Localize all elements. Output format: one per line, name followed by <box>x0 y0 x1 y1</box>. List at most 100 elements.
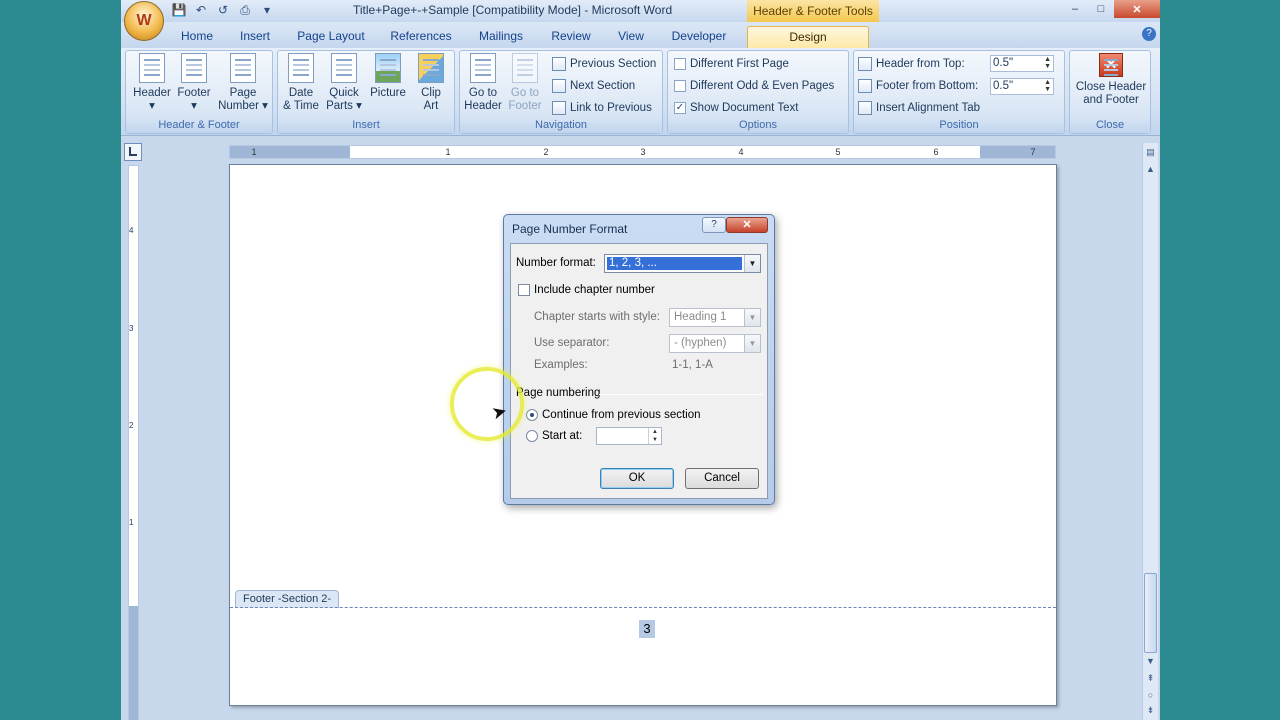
start-at-input[interactable]: ▲ ▼ <box>596 427 662 445</box>
save-icon[interactable]: 💾 <box>171 2 187 18</box>
separator-label: Use separator: <box>534 337 610 349</box>
calendar-icon <box>288 53 314 83</box>
separator-select[interactable]: - (hyphen) ▼ <box>669 334 761 353</box>
previous-section-button[interactable]: Previous Section <box>552 55 656 73</box>
vertical-scrollbar[interactable]: ▤ ▲ ▼ ⇞ ○ ⇟ <box>1142 143 1158 720</box>
header-from-top-label: Header from Top: <box>858 55 965 73</box>
tab-view[interactable]: View <box>611 26 651 48</box>
bottom-margin-shade <box>129 606 138 720</box>
go-to-header-button[interactable]: Go to Header <box>462 53 504 113</box>
scroll-up-icon[interactable]: ▲ <box>1143 161 1158 176</box>
include-chapter-checkbox[interactable] <box>518 284 530 296</box>
go-to-footer-button[interactable]: Go to Footer <box>504 53 546 113</box>
start-at-label: Start at: <box>542 430 583 442</box>
chapter-style-select[interactable]: Heading 1 ▼ <box>669 308 761 327</box>
dropdown-arrow-icon[interactable]: ▼ <box>744 255 760 272</box>
close-red-icon: ✕ <box>1099 53 1123 77</box>
help-icon[interactable]: ? <box>1142 27 1156 41</box>
spin-arrows-icon[interactable]: ▲ ▼ <box>1044 56 1051 70</box>
view-ruler-icon[interactable]: ▤ <box>1143 145 1158 160</box>
examples-value: 1-1, 1-A <box>672 359 713 371</box>
dialog-title: Page Number Format <box>512 222 628 236</box>
ribbon: Header ▾ Footer ▾ Page Number ▾ Header &… <box>121 48 1160 136</box>
footer-boundary <box>230 607 1056 608</box>
ok-button[interactable]: OK <box>600 468 674 489</box>
tab-page-layout[interactable]: Page Layout <box>293 26 369 48</box>
close-group: ✕ Close Header and Footer Close <box>1069 50 1151 134</box>
page-number-button[interactable]: Page Number ▾ <box>216 53 270 113</box>
ruler-tick: 4 <box>738 147 744 157</box>
next-section-button[interactable]: Next Section <box>552 77 635 95</box>
header-button[interactable]: Header ▾ <box>130 53 174 113</box>
tab-insert[interactable]: Insert <box>233 26 277 48</box>
tab-mailings[interactable]: Mailings <box>473 26 529 48</box>
vertical-ruler[interactable]: 4 3 2 1 <box>128 165 139 720</box>
dialog-close-button[interactable]: ✕ <box>726 217 768 233</box>
dropdown-arrow-icon[interactable]: ▼ <box>744 335 760 352</box>
redo-icon[interactable]: ↺ <box>215 2 231 18</box>
link-to-previous-button[interactable]: Link to Previous <box>552 99 652 117</box>
footer-position-icon <box>858 79 872 93</box>
close-window-button[interactable]: ✕ <box>1114 0 1160 18</box>
tab-design[interactable]: Design <box>747 26 869 48</box>
customize-qat-icon[interactable]: ▾ <box>259 2 275 18</box>
checkbox-icon <box>674 80 686 92</box>
header-from-top-input[interactable]: 0.5" ▲ ▼ <box>990 55 1054 72</box>
tab-references[interactable]: References <box>385 26 457 48</box>
spin-arrows-icon[interactable]: ▲ ▼ <box>648 428 661 444</box>
tab-home[interactable]: Home <box>173 26 221 48</box>
tab-review[interactable]: Review <box>546 26 596 48</box>
maximize-button[interactable]: □ <box>1088 0 1114 18</box>
show-document-text-checkbox[interactable]: ✓ Show Document Text <box>674 99 798 117</box>
spin-arrows-icon[interactable]: ▲ ▼ <box>1044 79 1051 93</box>
office-button[interactable]: W <box>124 1 164 41</box>
page-number-field[interactable]: 3 <box>639 620 655 638</box>
undo-icon[interactable]: ↶ <box>193 2 209 18</box>
word-window: W 💾 ↶ ↺ ⎙ ▾ Title+Page+-+Sample [Compatibili… <box>121 0 1160 720</box>
scroll-thumb[interactable] <box>1144 573 1157 653</box>
close-header-footer-button[interactable]: ✕ Close Header and Footer <box>1072 53 1150 107</box>
dialog-help-button[interactable]: ? <box>702 217 726 233</box>
footer-icon <box>181 53 207 83</box>
quick-parts-button[interactable]: Quick Parts ▾ <box>322 53 366 113</box>
start-at-radio[interactable] <box>526 430 538 442</box>
ruler-tick: 3 <box>129 324 134 333</box>
separator-value: - (hyphen) <box>674 337 727 349</box>
different-first-page-checkbox[interactable]: Different First Page <box>674 55 789 73</box>
clip-art-button[interactable]: Clip Art <box>410 53 452 113</box>
checkmark-icon: ✓ <box>674 102 686 114</box>
number-format-select[interactable]: 1, 2, 3, ... ▼ <box>604 254 761 273</box>
header-icon <box>139 53 165 83</box>
footer-from-bottom-label: Footer from Bottom: <box>858 77 978 95</box>
page-number-format-dialog: Page Number Format ? ✕ Number format: 1,… <box>503 214 775 505</box>
insert-group-label: Insert <box>278 117 454 133</box>
dialog-body: Number format: 1, 2, 3, ... ▼ Include ch… <box>510 243 768 499</box>
footer-from-bottom-input[interactable]: 0.5" ▲ ▼ <box>990 78 1054 95</box>
minimize-button[interactable]: – <box>1062 0 1088 18</box>
tab-selector[interactable] <box>124 143 142 161</box>
continue-radio[interactable] <box>526 409 538 421</box>
horizontal-ruler[interactable]: 1 1 2 3 4 5 6 7 <box>229 145 1056 159</box>
navigation-group: Go to Header Go to Footer Previous Secti… <box>459 50 663 134</box>
ruler-tick: 7 <box>1030 147 1036 157</box>
scroll-down-icon[interactable]: ▼ <box>1143 653 1158 668</box>
position-group-label: Position <box>854 117 1064 133</box>
different-odd-even-checkbox[interactable]: Different Odd & Even Pages <box>674 77 834 95</box>
dropdown-arrow-icon[interactable]: ▼ <box>744 309 760 326</box>
footer-section-tag: Footer -Section 2- <box>235 590 340 608</box>
ruler-tick: 3 <box>640 147 646 157</box>
previous-page-icon[interactable]: ⇞ <box>1143 671 1158 686</box>
next-page-icon[interactable]: ⇟ <box>1143 703 1158 718</box>
picture-button[interactable]: Picture <box>366 53 410 100</box>
tab-developer[interactable]: Developer <box>666 26 732 48</box>
cancel-button[interactable]: Cancel <box>685 468 759 489</box>
footer-button[interactable]: Footer ▾ <box>172 53 216 113</box>
date-time-button[interactable]: Date & Time <box>280 53 322 113</box>
position-group: Header from Top: 0.5" ▲ ▼ Footer from Bot… <box>853 50 1065 134</box>
window-controls: – □ ✕ <box>1062 0 1160 18</box>
ruler-tick: 2 <box>543 147 549 157</box>
select-browse-object-icon[interactable]: ○ <box>1143 687 1158 702</box>
insert-alignment-tab-button[interactable]: Insert Alignment Tab <box>858 99 980 117</box>
print-icon[interactable]: ⎙ <box>237 2 253 18</box>
office-logo-icon: W <box>136 12 152 29</box>
